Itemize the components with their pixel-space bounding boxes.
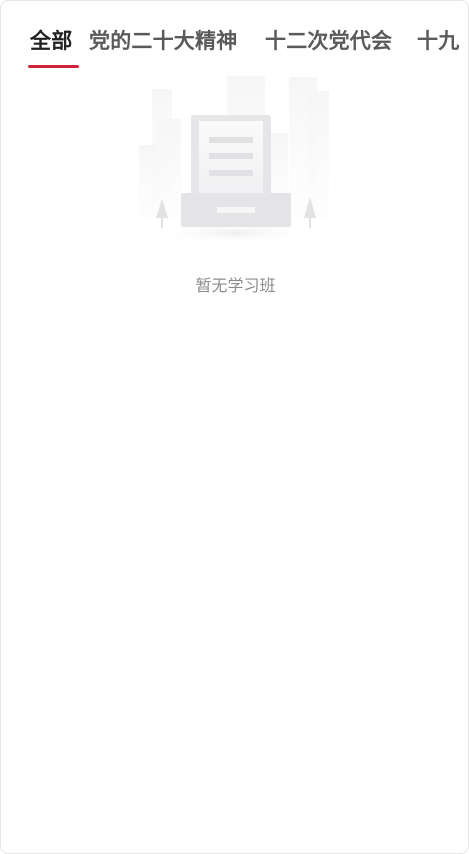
tab-nineteenth[interactable]: 十九 — [417, 27, 459, 55]
active-tab-indicator — [28, 65, 79, 68]
tab-all[interactable]: 全部 — [30, 27, 72, 55]
tab-twelfth-party-congress[interactable]: 十二次党代会 — [265, 27, 392, 55]
empty-document-icon — [139, 76, 329, 244]
category-tabs: 全部 党的二十大精神 十二次党代会 十九 — [1, 1, 468, 73]
tab-twentieth-congress-spirit[interactable]: 党的二十大精神 — [89, 27, 237, 55]
main-panel: 全部 党的二十大精神 十二次党代会 十九 暂无学习班 — [0, 0, 469, 854]
empty-state-message: 暂无学习班 — [195, 276, 276, 295]
